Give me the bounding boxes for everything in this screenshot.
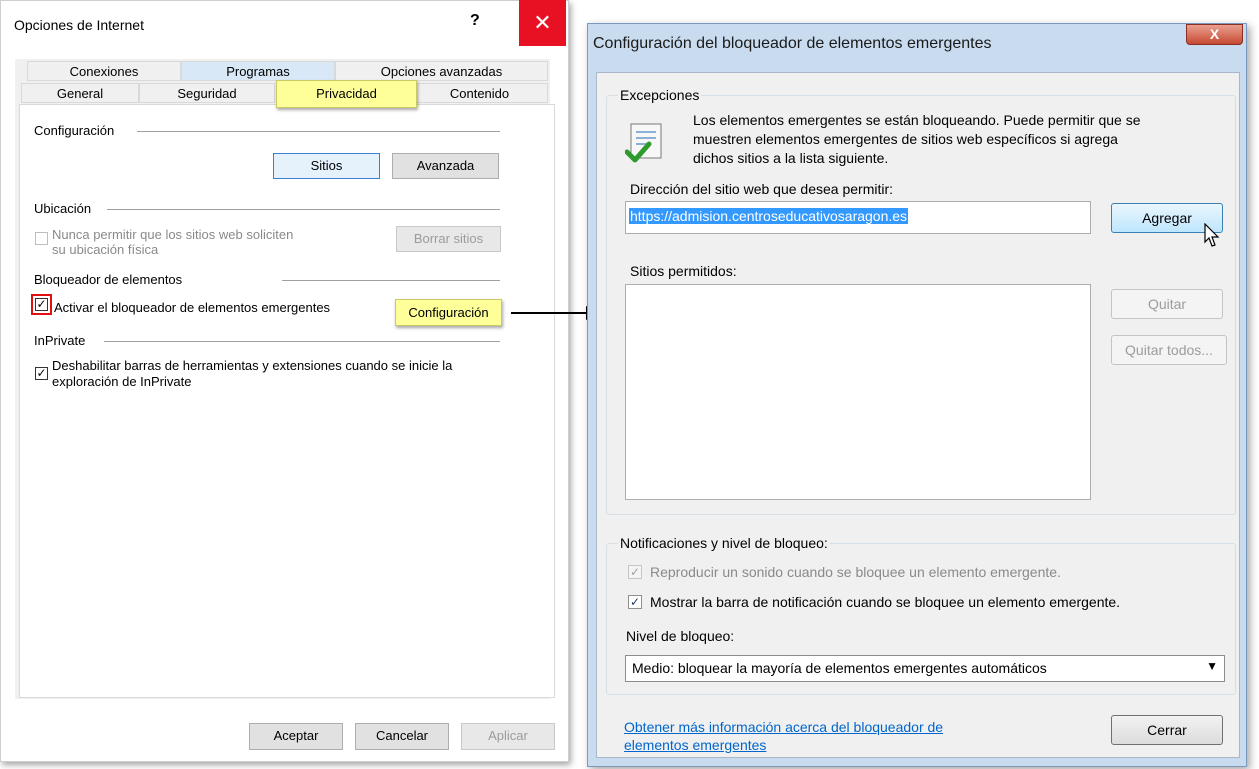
- infobar-checkbox[interactable]: ✓: [628, 595, 642, 609]
- chevron-down-icon: ▼: [1206, 659, 1218, 673]
- section-configuracion: Configuración: [34, 123, 115, 138]
- block-level-select[interactable]: Medio: bloquear la mayoría de elementos …: [625, 655, 1225, 682]
- close-button[interactable]: X: [1186, 24, 1243, 45]
- tab-conexiones[interactable]: Conexiones: [27, 61, 181, 81]
- divider: [104, 341, 500, 342]
- tab-opciones-avanzadas[interactable]: Opciones avanzadas: [335, 61, 548, 81]
- close-dialog-button[interactable]: Cerrar: [1111, 715, 1223, 745]
- cancel-button[interactable]: Cancelar: [355, 723, 449, 750]
- popup-blocker-label: Activar el bloqueador de elementos emerg…: [54, 300, 331, 315]
- tab-privacidad[interactable]: Privacidad: [276, 80, 417, 108]
- address-input[interactable]: https://admision.centroseducativosaragon…: [625, 201, 1091, 234]
- tab-programas[interactable]: Programas: [181, 61, 335, 81]
- advanced-button[interactable]: Avanzada: [392, 153, 499, 179]
- allowed-sites-label: Sitios permitidos:: [630, 263, 737, 279]
- apply-button[interactable]: Aplicar: [461, 723, 555, 750]
- location-checkbox-label-2: su ubicación física: [52, 242, 159, 257]
- section-bloqueador: Bloqueador de elementos: [34, 272, 183, 287]
- help-button[interactable]: ?: [470, 12, 480, 30]
- info-text-3: dichos sitios a la lista siguiente.: [693, 150, 889, 166]
- sites-button[interactable]: Sitios: [273, 153, 380, 179]
- address-input-value: https://admision.centroseducativosaragon…: [629, 208, 909, 224]
- tab-seguridad[interactable]: Seguridad: [139, 83, 275, 103]
- help-link-2[interactable]: elementos emergentes: [624, 737, 766, 753]
- check-icon: ✓: [36, 297, 47, 311]
- document-check-icon: [624, 122, 667, 166]
- close-icon: X: [1209, 26, 1220, 42]
- popup-settings-button[interactable]: Configuración: [395, 299, 502, 326]
- pointer-arrow-line: [511, 312, 587, 314]
- check-icon: ✓: [629, 565, 641, 579]
- clear-sites-button[interactable]: Borrar sitios: [396, 226, 501, 252]
- help-link-1[interactable]: Obtener más información acerca del bloqu…: [624, 719, 943, 735]
- window-title: Opciones de Internet: [14, 17, 144, 33]
- check-icon: ✓: [36, 366, 47, 380]
- notifications-group-label: Notificaciones y nivel de bloqueo:: [618, 535, 830, 551]
- tab-contenido[interactable]: Contenido: [411, 83, 548, 103]
- mouse-cursor-icon: [1204, 222, 1224, 249]
- infobar-checkbox-label: Mostrar la barra de notificación cuando …: [650, 594, 1121, 610]
- close-button[interactable]: ✕: [519, 0, 566, 46]
- info-text-1: Los elementos emergentes se están bloque…: [693, 112, 1141, 128]
- location-checkbox-label-1: Nunca permitir que los sitios web solici…: [52, 227, 294, 242]
- section-inprivate: InPrivate: [34, 333, 86, 348]
- divider: [137, 131, 500, 132]
- allowed-sites-list[interactable]: [625, 284, 1091, 500]
- location-checkbox[interactable]: [35, 232, 48, 245]
- check-icon: ✓: [629, 595, 641, 609]
- tab-general[interactable]: General: [21, 83, 139, 103]
- remove-all-button[interactable]: Quitar todos...: [1111, 335, 1227, 365]
- block-level-value: Medio: bloquear la mayoría de elementos …: [632, 660, 1047, 676]
- window-title: Configuración del bloqueador de elemento…: [593, 35, 992, 52]
- ok-button[interactable]: Aceptar: [249, 723, 343, 750]
- inprivate-label-2: exploración de InPrivate: [52, 374, 192, 389]
- remove-button[interactable]: Quitar: [1111, 289, 1223, 319]
- popup-blocker-checkbox[interactable]: ✓: [35, 298, 48, 311]
- info-text-2: muestren elementos emergentes de sitios …: [693, 131, 1118, 147]
- close-icon: ✕: [533, 10, 552, 35]
- exceptions-group-label: Excepciones: [618, 87, 702, 103]
- sound-checkbox[interactable]: ✓: [628, 565, 642, 579]
- block-level-label: Nivel de bloqueo:: [626, 628, 735, 644]
- inprivate-label-1: Deshabilitar barras de herramientas y ex…: [52, 358, 453, 373]
- sound-checkbox-label: Reproducir un sonido cuando se bloquee u…: [650, 564, 1061, 580]
- divider: [282, 280, 500, 281]
- section-ubicacion: Ubicación: [34, 201, 92, 216]
- divider: [107, 209, 500, 210]
- address-label: Dirección del sitio web que desea permit…: [630, 181, 894, 197]
- privacy-tab-panel: [19, 104, 555, 698]
- inprivate-checkbox[interactable]: ✓: [35, 367, 48, 380]
